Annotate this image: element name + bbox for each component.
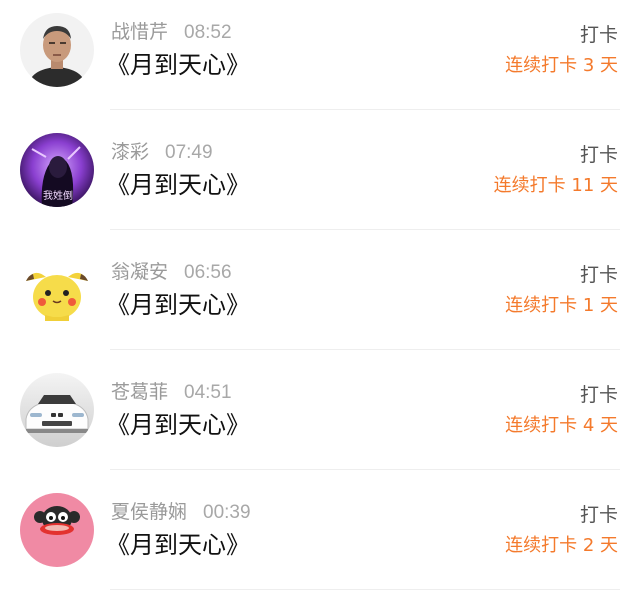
avatar[interactable] <box>20 493 94 567</box>
book-title: 《月到天心》 <box>106 531 250 559</box>
white-car-avatar-icon <box>20 373 94 447</box>
checkin-time: 04:51 <box>184 382 232 403</box>
avatar[interactable]: 我姓倒 <box>20 133 94 207</box>
streak-text: 连续打卡 4 天 <box>505 415 618 436</box>
divider <box>110 469 620 470</box>
list-item[interactable]: 我姓倒 漆彩 07:49 《月到天心》 打卡 连续打卡 11 天 <box>0 120 640 240</box>
book-title: 《月到天心》 <box>106 291 250 319</box>
checkin-label: 打卡 <box>579 384 618 406</box>
user-name: 翁凝安 <box>111 261 169 283</box>
book-title: 《月到天心》 <box>106 171 250 199</box>
user-name: 战惜芹 <box>111 21 169 43</box>
streak-text: 连续打卡 2 天 <box>505 535 618 556</box>
user-name: 漆彩 <box>111 141 150 163</box>
purple-anime-avatar-icon: 我姓倒 <box>20 133 94 207</box>
list-item[interactable]: 苍葛菲 04:51 《月到天心》 打卡 连续打卡 4 天 <box>0 360 640 480</box>
list-item[interactable]: 战惜芹 08:52 《月到天心》 打卡 连续打卡 3 天 <box>0 0 640 120</box>
streak-text: 连续打卡 1 天 <box>505 295 618 316</box>
monkey-avatar-icon <box>20 493 94 567</box>
book-title: 《月到天心》 <box>106 411 250 439</box>
checkin-label: 打卡 <box>579 504 618 526</box>
avatar[interactable] <box>20 253 94 327</box>
checkin-time: 08:52 <box>184 22 232 43</box>
checkin-list: 战惜芹 08:52 《月到天心》 打卡 连续打卡 3 天 我姓倒 漆彩 07:4… <box>0 0 640 592</box>
divider <box>110 589 620 590</box>
user-name: 苍葛菲 <box>111 381 169 403</box>
user-name: 夏侯静娴 <box>111 501 188 523</box>
svg-text:我姓倒: 我姓倒 <box>43 189 73 202</box>
checkin-time: 00:39 <box>203 502 251 523</box>
streak-text: 连续打卡 11 天 <box>493 175 618 196</box>
list-item[interactable]: 夏侯静娴 00:39 《月到天心》 打卡 连续打卡 2 天 <box>0 480 640 592</box>
book-title: 《月到天心》 <box>106 51 250 79</box>
divider <box>110 229 620 230</box>
avatar[interactable] <box>20 373 94 447</box>
portrait-avatar-icon <box>20 13 94 87</box>
checkin-time: 07:49 <box>165 142 213 163</box>
checkin-label: 打卡 <box>579 24 618 46</box>
checkin-time: 06:56 <box>184 262 232 283</box>
streak-text: 连续打卡 3 天 <box>505 55 618 76</box>
divider <box>110 349 620 350</box>
divider <box>110 109 620 110</box>
checkin-label: 打卡 <box>579 264 618 286</box>
pikachu-avatar-icon <box>20 253 94 327</box>
checkin-label: 打卡 <box>579 144 618 166</box>
list-item[interactable]: 翁凝安 06:56 《月到天心》 打卡 连续打卡 1 天 <box>0 240 640 360</box>
avatar[interactable] <box>20 13 94 87</box>
